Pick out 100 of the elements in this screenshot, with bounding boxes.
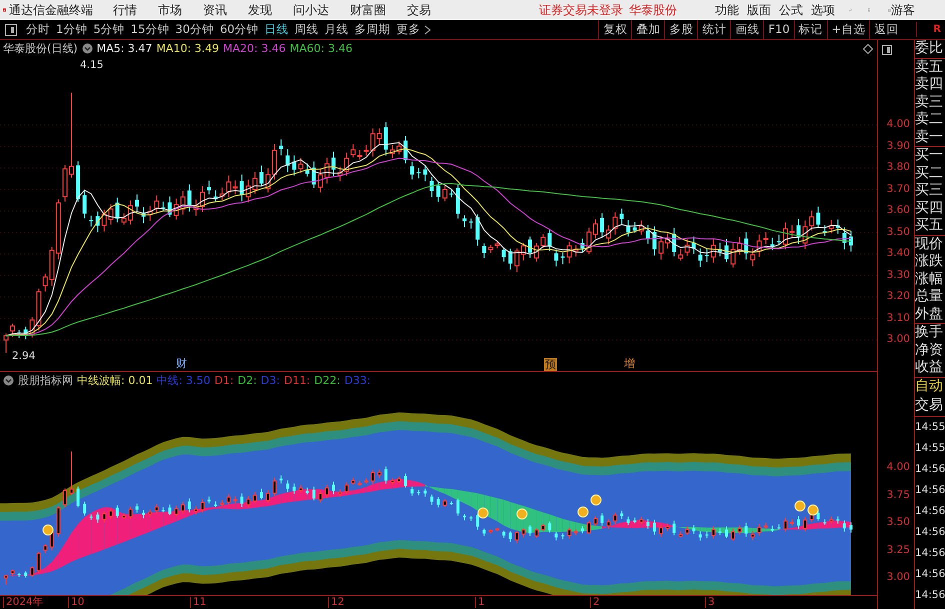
toolbar-button[interactable]: 标记 [794, 20, 827, 39]
period-tab[interactable]: 周线 [292, 20, 322, 38]
menu-item[interactable]: 问小达 [293, 1, 330, 19]
indicator-value: 中线波幅: 0.01 [77, 375, 153, 386]
axis-label: 4.00 [886, 462, 910, 472]
dropdown-icon[interactable] [82, 43, 93, 54]
indicator-value: D1: [214, 375, 234, 386]
indicator-value: D33: [344, 375, 371, 386]
menu-item[interactable]: 财富圈 [350, 1, 386, 19]
period-tab[interactable]: 日线 [262, 20, 292, 38]
tool-menu-item[interactable]: 版面 [747, 1, 772, 19]
toolbar-button[interactable]: 返回 [869, 20, 902, 39]
toolbar-button[interactable]: +自选 [826, 20, 870, 39]
chart-title: 华泰股份(日线) [3, 43, 78, 54]
period-tab[interactable]: 分时 [23, 20, 53, 38]
axis-label: 3.00 [886, 334, 910, 344]
app-title: 通达信金融终端 [9, 2, 94, 19]
menu-item[interactable]: 交易 [407, 1, 432, 19]
indicator-value: D3: [260, 375, 280, 386]
indicator-value: 中线: 3.50 [156, 375, 210, 386]
indicator-value: D22: [314, 375, 340, 386]
price-low-label: 2.94 [12, 351, 36, 362]
period-tab[interactable]: 5分钟 [90, 20, 128, 38]
period-tab[interactable]: 更多 [394, 20, 424, 38]
trade-time: 14:56 [915, 462, 945, 476]
quote-field-label: 涨跌 [915, 253, 944, 270]
quote-field-label: 现价 [915, 236, 944, 253]
axis-label: 3.80 [886, 162, 910, 172]
moving-average-value: MA20: 3.46 [223, 43, 286, 54]
toolbar-button[interactable]: F10 [763, 20, 794, 39]
stock-link[interactable]: 华泰股份 [629, 1, 678, 19]
chevron-right-icon[interactable] [424, 24, 431, 34]
quote-field-label: 换手 [915, 324, 944, 342]
moving-average-value: MA5: 3.47 [96, 43, 152, 54]
quote-field-label: 涨幅 [915, 270, 944, 288]
axis-label: 3.00 [886, 572, 910, 582]
event-marker: 财 [176, 358, 187, 369]
period-tab[interactable]: 60分钟 [216, 20, 262, 38]
panel-toggle-icon[interactable] [882, 45, 892, 55]
date-label: 12 [328, 597, 344, 608]
axis-label: 3.75 [886, 490, 910, 500]
quote-field-label: 外盘 [915, 306, 944, 323]
axis-label: 3.30 [886, 270, 910, 280]
quote-field-label: 自动 [915, 378, 944, 396]
trade-time: 14:56 [915, 588, 945, 602]
quote-field-label: 买四 [915, 200, 944, 217]
menu-item[interactable]: 市场 [158, 1, 182, 19]
axis-label: 4.00 [886, 119, 910, 130]
trade-time: 14:55 [915, 440, 945, 456]
quote-field-label: 收益 [915, 359, 944, 376]
menu-item[interactable]: 资讯 [203, 1, 228, 19]
quote-field-label: 买五 [915, 217, 944, 234]
status-flag: R [916, 22, 941, 37]
toolbar-button[interactable]: 叠加 [631, 20, 664, 39]
axis-label: 3.60 [886, 205, 910, 216]
quote-field-label: 卖一 [915, 128, 944, 146]
toolbar-button[interactable]: 画线 [730, 20, 764, 39]
toolbar-button[interactable]: 统计 [697, 20, 730, 39]
period-tab[interactable]: 1分钟 [53, 20, 90, 38]
menu-item[interactable]: 行情 [113, 1, 138, 19]
date-label: 1 [475, 597, 485, 608]
quote-field-label: 卖三 [915, 94, 944, 111]
period-tab[interactable]: 月线 [322, 20, 352, 38]
tool-menu-item[interactable]: 选项 [811, 1, 836, 19]
tool-menu-item[interactable]: 公式 [779, 1, 804, 19]
indicator-value: D11: [284, 375, 310, 386]
dropdown-icon[interactable] [3, 375, 14, 386]
diamond-icon[interactable] [863, 44, 873, 54]
indicator-value: D2: [238, 375, 257, 386]
date-label: 10 [68, 597, 84, 608]
quote-field-label: 交易 [915, 396, 944, 414]
event-marker: 预 [544, 358, 557, 371]
moving-average-value: MA10: 3.49 [156, 43, 220, 54]
quote-field-label: 净资 [915, 342, 944, 359]
axis-label: 3.10 [886, 312, 910, 323]
axis-label: 3.50 [886, 517, 910, 528]
panel-toggle-icon[interactable] [5, 24, 17, 36]
period-tab[interactable]: 15分钟 [128, 20, 172, 38]
indicator-name: 股朋指标网 [18, 375, 73, 386]
trade-time: 14:55 [915, 420, 945, 434]
quote-field-label: 卖二 [915, 111, 944, 128]
toolbar-button[interactable]: 多股 [664, 20, 698, 39]
moving-average-value: MA60: 3.46 [290, 43, 352, 54]
toolbar-button[interactable]: 复权 [598, 20, 632, 39]
quote-field-label: 买三 [915, 182, 944, 200]
period-tab[interactable]: 多周期 [352, 20, 394, 38]
axis-label: 3.20 [886, 291, 910, 302]
login-status: 证券交易未登录 [539, 2, 624, 19]
axis-label: 3.50 [886, 226, 910, 237]
trade-time: 14:56 [915, 504, 945, 518]
axis-label: 3.70 [886, 184, 910, 194]
tool-menu-item[interactable]: 功能 [715, 1, 740, 19]
date-label: 2024年 [3, 597, 44, 608]
user-name[interactable]: 游客 [891, 1, 915, 19]
axis-label: 3.25 [886, 544, 910, 555]
trade-time: 14:56 [915, 524, 945, 540]
date-label: 2 [590, 597, 600, 608]
menu-item[interactable]: 发现 [248, 1, 272, 19]
period-tab[interactable]: 30分钟 [172, 20, 217, 38]
axis-label: 3.40 [886, 248, 910, 258]
